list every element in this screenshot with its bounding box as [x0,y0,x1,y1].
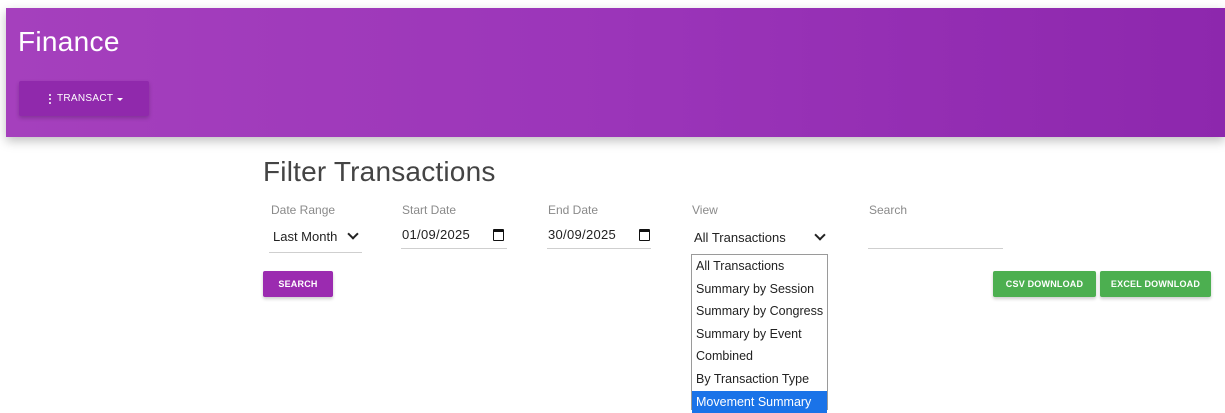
view-option-summary-by-session[interactable]: Summary by Session [692,278,827,301]
date-range-value: Last Month [273,229,338,244]
more-vert-icon [49,93,51,104]
view-dropdown-list: All Transactions Summary by Session Summ… [691,254,828,413]
end-date-label: End Date [548,203,599,217]
view-option-combined[interactable]: Combined [692,345,827,368]
view-option-summary-by-event[interactable]: Summary by Event [692,323,827,346]
chevron-down-icon [347,228,359,240]
csv-download-button[interactable]: CSV DOWNLOAD [993,271,1096,297]
view-option-summary-by-congress[interactable]: Summary by Congress [692,300,827,323]
excel-download-button[interactable]: EXCEL DOWNLOAD [1100,271,1211,297]
view-option-by-transaction-type[interactable]: By Transaction Type [692,368,827,391]
search-label: Search [869,203,908,217]
view-option-all-transactions[interactable]: All Transactions [692,255,827,278]
end-date-underline [547,248,651,249]
end-date-value: 30/09/2025 [548,227,617,242]
transact-label: TRANSACT [57,93,114,104]
search-underline [868,248,1003,249]
date-range-label: Date Range [271,203,336,217]
calendar-icon[interactable] [493,229,504,241]
start-date-label: Start Date [402,203,457,217]
chevron-down-icon [814,229,826,241]
app-title: Finance [18,26,120,57]
calendar-icon[interactable] [639,229,650,241]
view-value: All Transactions [694,230,786,245]
page-title: Filter Transactions [263,156,496,187]
date-range-underline [269,252,362,253]
start-date-underline [401,248,507,249]
search-button[interactable]: SEARCH [263,271,333,297]
view-label: View [692,203,718,217]
start-date-value: 01/09/2025 [402,227,471,242]
app-header: Finance TRANSACT [6,8,1225,137]
transact-menu-button[interactable]: TRANSACT [19,81,149,116]
caret-down-icon [117,97,124,101]
